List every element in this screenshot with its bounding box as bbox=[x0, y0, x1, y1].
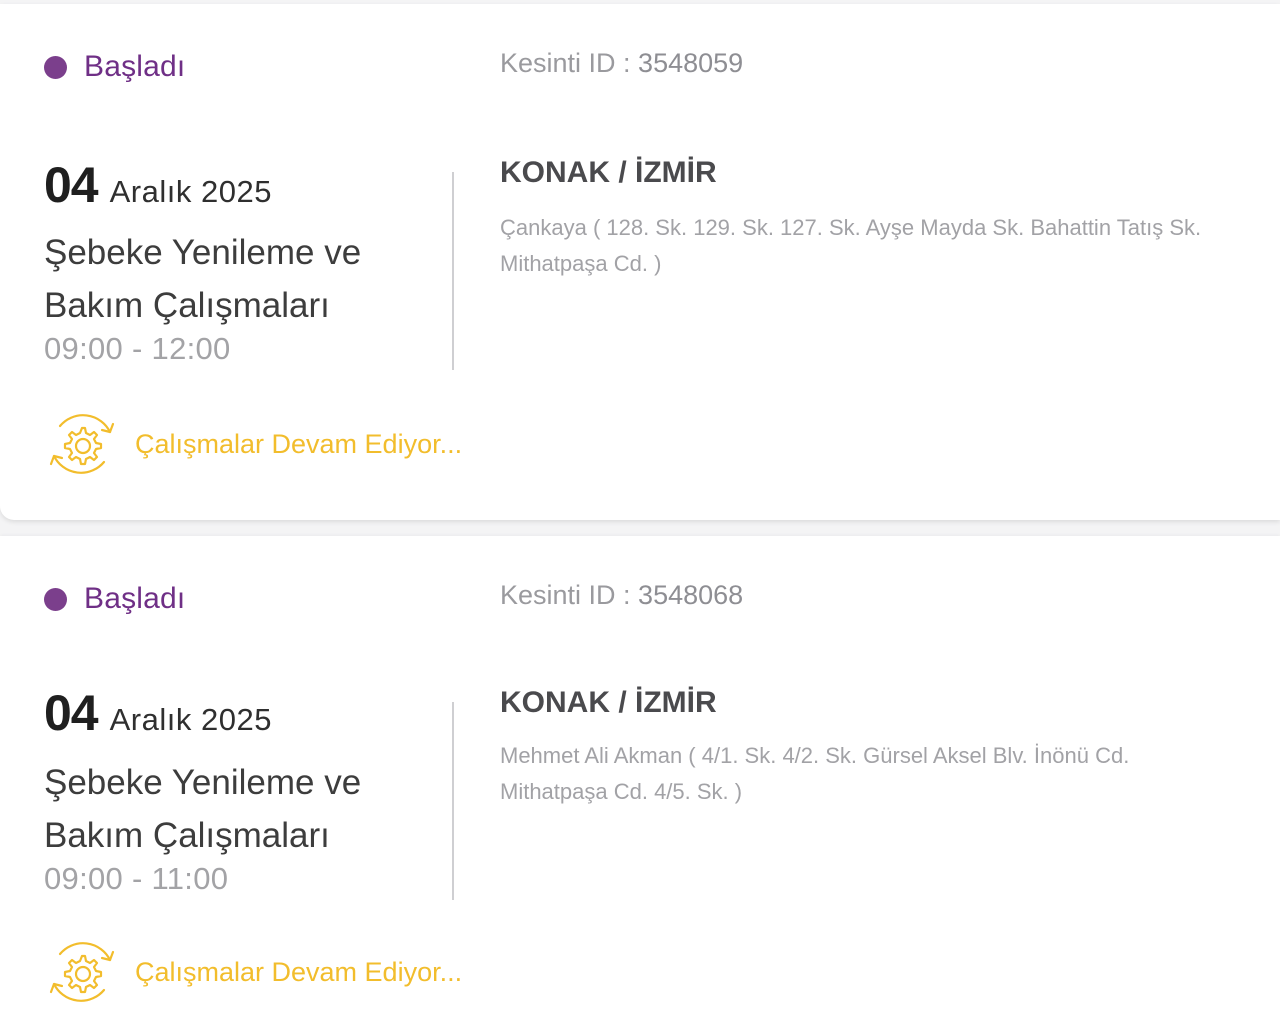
work-title: Şebeke Yenileme ve Bakım Çalışmaları bbox=[44, 233, 362, 325]
time-range: 09:00 - 11:00 bbox=[44, 861, 229, 896]
outage-list: Başladı Kesinti ID : 3548059 04 Aralık 2… bbox=[0, 0, 1280, 1027]
date-day: 04 bbox=[44, 157, 99, 213]
outage-date: 04 Aralık 2025 bbox=[44, 156, 272, 214]
progress-status[interactable]: Çalışmalar Devam Ediyor... bbox=[44, 408, 462, 480]
date-month-year: Aralık 2025 bbox=[109, 702, 272, 737]
location: KONAK / İZMİR bbox=[500, 686, 717, 719]
date-month-year: Aralık 2025 bbox=[109, 174, 272, 209]
time-range: 09:00 - 12:00 bbox=[44, 331, 231, 366]
status-label: Başladı bbox=[84, 50, 186, 83]
status-dot-icon bbox=[44, 55, 67, 79]
outage-id-label: Kesinti ID : bbox=[500, 48, 639, 78]
progress-label: Çalışmalar Devam Ediyor... bbox=[135, 956, 463, 987]
outage-id-value: 3548059 bbox=[638, 48, 744, 78]
outage-card[interactable]: Başladı Kesinti ID : 3548059 04 Aralık 2… bbox=[0, 4, 1280, 520]
outage-id-label: Kesinti ID : bbox=[500, 580, 639, 610]
outage-id: Kesinti ID : 3548059 bbox=[500, 48, 743, 79]
affected-streets: Mehmet Ali Akman ( 4/1. Sk. 4/2. Sk. Gür… bbox=[500, 743, 1130, 804]
gear-refresh-icon bbox=[49, 942, 115, 1002]
outage-card[interactable]: Başladı Kesinti ID : 3548068 04 Aralık 2… bbox=[0, 536, 1280, 1027]
outage-id-value: 3548068 bbox=[638, 580, 744, 610]
outage-id: Kesinti ID : 3548068 bbox=[500, 580, 743, 611]
status-indicator: Başladı bbox=[44, 50, 185, 84]
vertical-divider bbox=[452, 702, 454, 900]
status-indicator: Başladı bbox=[44, 582, 185, 616]
vertical-divider bbox=[452, 172, 454, 370]
progress-status[interactable]: Çalışmalar Devam Ediyor... bbox=[44, 936, 462, 1008]
affected-streets: Çankaya ( 128. Sk. 129. Sk. 127. Sk. Ayş… bbox=[500, 215, 1202, 276]
location: KONAK / İZMİR bbox=[500, 156, 717, 189]
work-title: Şebeke Yenileme ve Bakım Çalışmaları bbox=[44, 763, 362, 855]
date-day: 04 bbox=[44, 685, 99, 741]
status-dot-icon bbox=[44, 587, 67, 611]
progress-label: Çalışmalar Devam Ediyor... bbox=[135, 428, 463, 459]
status-label: Başladı bbox=[84, 582, 186, 615]
gear-refresh-icon bbox=[49, 414, 115, 474]
outage-date: 04 Aralık 2025 bbox=[44, 684, 272, 742]
